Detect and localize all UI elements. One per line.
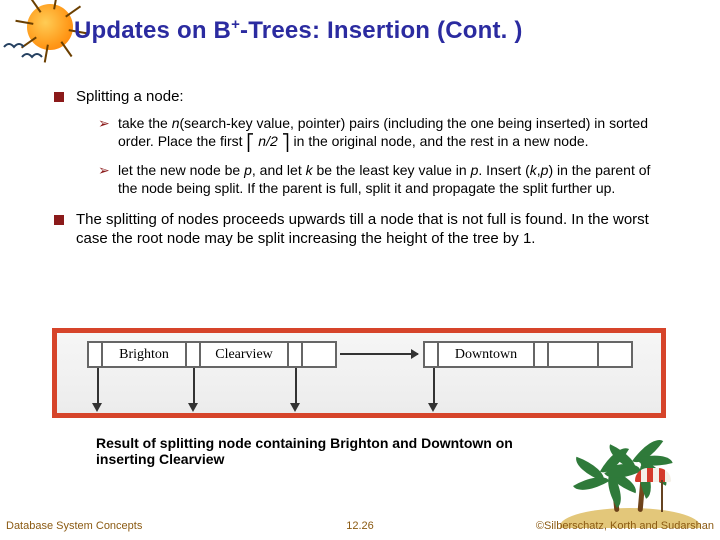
footer-left: Database System Concepts: [6, 520, 142, 532]
birds-icon: [0, 38, 80, 62]
bullet-splitting: Splitting a node: take the n(search-key …: [54, 88, 670, 197]
subbullet-take-n: take the n(search-key value, pointer) pa…: [76, 115, 670, 153]
umbrella-icon: [652, 468, 671, 512]
pointer-arrow-icon: [92, 403, 102, 412]
pointer-arrow-icon: [290, 403, 300, 412]
bullet-splitting-text: Splitting a node:: [76, 88, 184, 105]
node-right: Downtown: [423, 341, 633, 368]
node-left: Brighton Clearview: [87, 341, 337, 368]
slide-title: Updates on B+-Trees: Insertion (Cont. ): [74, 16, 523, 45]
island-icon: [560, 438, 700, 528]
pointer-arrow-icon: [188, 403, 198, 412]
cell-downtown: Downtown: [439, 343, 535, 366]
footer-slide-number: 12.26: [346, 520, 374, 532]
cell-clearview: Clearview: [201, 343, 289, 366]
cell-brighton: Brighton: [103, 343, 187, 366]
link-arrow-icon: [340, 353, 418, 355]
subbullet-new-node: let the new node be p, and let k be the …: [76, 162, 670, 197]
bullet-proceeds-upwards: The splitting of nodes proceeds upwards …: [54, 211, 670, 249]
slide-body: Splitting a node: take the n(search-key …: [54, 88, 670, 263]
split-diagram: Brighton Clearview Downtown: [52, 328, 666, 418]
footer-copyright: ©Silberschatz, Korth and Sudarshan: [536, 520, 714, 532]
pointer-arrow-icon: [428, 403, 438, 412]
diagram-caption: Result of splitting node containing Brig…: [96, 435, 566, 467]
